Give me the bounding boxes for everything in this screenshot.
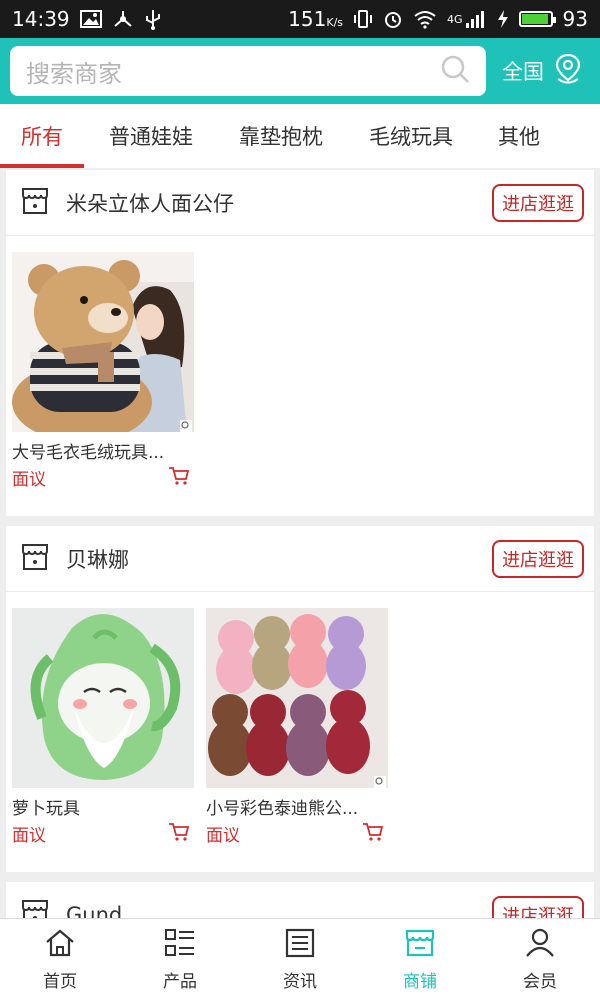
search-placeholder: 搜索商家 xyxy=(26,59,122,88)
usb-icon xyxy=(144,8,162,30)
news-icon xyxy=(284,928,316,963)
shop-icon xyxy=(404,928,436,963)
search-input[interactable]: 搜索商家 xyxy=(10,46,486,96)
image-notification-icon xyxy=(79,10,102,28)
shop-icon xyxy=(20,186,50,220)
network-speed: 151K/s xyxy=(288,7,344,31)
tab-all[interactable]: 所有 xyxy=(0,104,84,168)
product-card[interactable]: 小号彩色泰迪熊公... 面议 xyxy=(206,608,388,846)
vibrate-icon xyxy=(353,9,373,29)
nav-label: 产品 xyxy=(163,971,197,992)
tab-plush-toys[interactable]: 毛绒玩具 xyxy=(344,104,478,168)
tab-cushions-pillows[interactable]: 靠垫抱枕 xyxy=(218,104,344,168)
shop-name: 米朵立体人面公仔 xyxy=(66,191,234,216)
location-pin-icon xyxy=(554,53,582,90)
alarm-icon xyxy=(383,9,403,29)
shop-card: 米朵立体人面公仔 进店逛逛 大号毛衣毛绒玩具... 面议 xyxy=(6,170,594,516)
shop-header: 贝琳娜 进店逛逛 xyxy=(6,526,594,592)
cellular-signal-icon: 4G xyxy=(447,9,487,29)
tab-ordinary-dolls[interactable]: 普通娃娃 xyxy=(84,104,218,168)
add-to-cart-icon[interactable] xyxy=(168,822,190,846)
product-name: 大号毛衣毛绒玩具... xyxy=(12,443,165,463)
nav-label: 资讯 xyxy=(283,971,317,992)
status-time: 14:39 xyxy=(12,7,70,31)
nav-label: 会员 xyxy=(523,971,557,992)
shop-icon xyxy=(20,542,50,576)
add-to-cart-icon[interactable] xyxy=(168,466,190,490)
home-icon xyxy=(44,928,76,963)
product-card[interactable]: 萝卜玩具 面议 xyxy=(12,608,194,846)
region-label: 全国 xyxy=(502,60,544,84)
product-image-radish-toy[interactable] xyxy=(12,608,194,788)
product-name: 萝卜玩具 xyxy=(12,799,80,819)
shop-name: 贝琳娜 xyxy=(66,547,129,572)
nav-products[interactable]: 产品 xyxy=(120,919,240,1000)
product-name: 小号彩色泰迪熊公... xyxy=(206,799,359,819)
product-price: 面议 xyxy=(206,826,240,846)
add-to-cart-icon[interactable] xyxy=(362,822,384,846)
bottom-navigation: 首页 产品 资讯 商铺 会员 xyxy=(0,918,600,1000)
member-icon xyxy=(524,928,556,963)
tab-other[interactable]: 其他 xyxy=(478,104,560,168)
charging-icon xyxy=(497,9,509,29)
battery-icon xyxy=(518,11,556,27)
product-list-icon xyxy=(164,928,196,963)
nav-home[interactable]: 首页 xyxy=(0,919,120,1000)
wifi-icon xyxy=(413,9,437,29)
nav-label: 首页 xyxy=(43,971,77,992)
battery-level: 93 xyxy=(562,7,588,31)
shop-card: 贝琳娜 进店逛逛 萝卜玩具 面议 小号彩色泰迪熊公... 面议 xyxy=(6,526,594,872)
product-image-teddy-bear-sweater[interactable] xyxy=(12,252,194,432)
app-header: 搜索商家 全国 xyxy=(0,38,600,104)
visit-shop-button[interactable]: 进店逛逛 xyxy=(492,183,584,222)
visit-shop-button[interactable]: 进店逛逛 xyxy=(492,539,584,578)
search-icon[interactable] xyxy=(440,54,470,88)
product-image-colorful-teddy-bears[interactable] xyxy=(206,608,388,788)
nav-member[interactable]: 会员 xyxy=(480,919,600,1000)
product-price: 面议 xyxy=(12,826,46,846)
category-tabs: 所有 普通娃娃 靠垫抱枕 毛绒玩具 其他 xyxy=(0,104,600,168)
product-card[interactable]: 大号毛衣毛绒玩具... 面议 xyxy=(12,252,194,490)
status-bar: 14:39 151K/s 4G 93 xyxy=(0,0,600,38)
nav-label: 商铺 xyxy=(403,971,437,992)
nav-news[interactable]: 资讯 xyxy=(240,919,360,1000)
region-selector[interactable]: 全国 xyxy=(502,53,582,90)
product-price: 面议 xyxy=(12,470,46,490)
share-notification-icon xyxy=(112,9,134,29)
nav-shops[interactable]: 商铺 xyxy=(360,919,480,1000)
shop-header: 米朵立体人面公仔 进店逛逛 xyxy=(6,170,594,236)
